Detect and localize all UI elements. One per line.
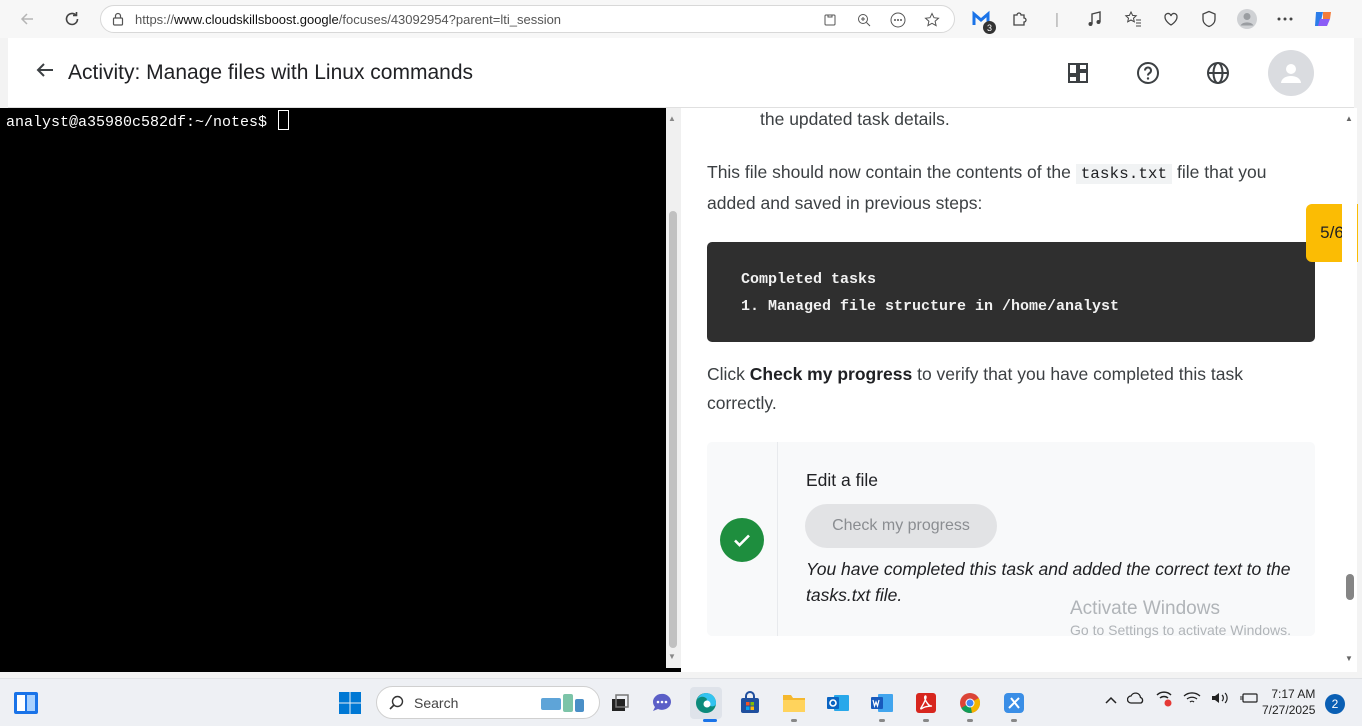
help-icon[interactable] xyxy=(1128,53,1168,93)
browser-essentials-icon[interactable] xyxy=(1158,6,1184,32)
extension-badge: 3 xyxy=(983,21,996,34)
watermark-title: Activate Windows xyxy=(1070,598,1220,619)
p1-text-before: This file should now contain the content… xyxy=(707,162,1076,182)
instructions-scroll-thumb[interactable] xyxy=(1346,574,1354,600)
code-block: Completed tasks 1. Managed file structur… xyxy=(707,242,1315,342)
lab-header: Activity: Manage files with Linux comman… xyxy=(8,38,1354,108)
word-icon[interactable] xyxy=(866,687,898,719)
terminal-scrollbar[interactable]: ▲ ▼ xyxy=(666,108,681,668)
task-title: Edit a file xyxy=(806,470,878,490)
search-icon xyxy=(389,695,404,710)
favorites-icon[interactable] xyxy=(1120,6,1146,32)
task-view-icon[interactable] xyxy=(604,687,636,719)
extensions-puzzle-icon[interactable] xyxy=(1006,6,1032,32)
taskbar-clock[interactable]: 7:17 AM 7/27/2025 xyxy=(1262,686,1315,718)
scroll-up-arrow-icon[interactable]: ▲ xyxy=(1345,114,1353,123)
clock-date: 7/27/2025 xyxy=(1262,703,1316,717)
copilot-icon[interactable] xyxy=(1310,6,1336,32)
instructions-scrollbar[interactable]: ▲ ▼ xyxy=(1342,108,1357,672)
store-icon[interactable] xyxy=(734,687,766,719)
scroll-down-arrow-icon[interactable]: ▼ xyxy=(668,652,676,661)
browser-toolbar: https://www.cloudskillsboost.google/focu… xyxy=(0,0,1362,38)
check-my-progress-button[interactable]: Check my progress xyxy=(805,504,997,548)
lock-icon[interactable] xyxy=(101,12,135,26)
instructions-fragment: the updated task details. xyxy=(760,109,950,129)
back-arrow-icon[interactable] xyxy=(22,59,68,87)
activate-windows-watermark: Activate Windows Go to Settings to activ… xyxy=(1070,598,1291,638)
profile-avatar-icon[interactable] xyxy=(1234,6,1260,32)
read-aloud-icon[interactable] xyxy=(1082,6,1108,32)
instructions-paragraph: This file should now contain the content… xyxy=(707,158,1317,218)
p2-bold-text: Check my progress xyxy=(749,364,913,384)
system-tray xyxy=(1104,689,1259,710)
acrobat-icon[interactable] xyxy=(910,687,942,719)
page-title: Activity: Manage files with Linux comman… xyxy=(68,60,473,84)
instructions-paragraph: Click Check my progress to verify that y… xyxy=(707,360,1287,418)
url-host: www.cloudskillsboost.google xyxy=(174,11,339,27)
chevron-up-icon[interactable] xyxy=(1104,692,1118,708)
favorite-star-icon[interactable] xyxy=(922,10,942,30)
notification-count-badge[interactable]: 2 xyxy=(1325,694,1345,714)
snipping-tool-icon[interactable] xyxy=(998,687,1030,719)
inline-code: tasks.txt xyxy=(1075,164,1173,184)
dashboard-icon[interactable] xyxy=(1058,53,1098,93)
chat-app-icon[interactable] xyxy=(646,687,678,719)
refresh-icon[interactable] xyxy=(57,4,87,34)
terminal-prompt: analyst@a35980c582df:~/notes$ xyxy=(6,114,268,131)
back-arrow-icon[interactable] xyxy=(12,4,42,34)
reading-view-icon[interactable] xyxy=(820,10,840,30)
windows-taskbar: Search 7:17 AM 7/27/2025 2 xyxy=(0,678,1362,726)
p2-text-before: Click xyxy=(707,364,750,384)
battery-icon[interactable] xyxy=(1239,691,1259,708)
clock-time: 7:17 AM xyxy=(1271,687,1316,701)
user-avatar[interactable] xyxy=(1268,50,1314,96)
travel-bags-icon[interactable] xyxy=(539,690,587,719)
file-explorer-icon[interactable] xyxy=(778,687,810,719)
url-path: /focuses/43092954?parent=lti_session xyxy=(338,11,562,27)
address-bar[interactable]: https://www.cloudskillsboost.google/focu… xyxy=(100,5,955,33)
start-windows-icon[interactable] xyxy=(334,687,366,719)
volume-icon[interactable] xyxy=(1210,691,1230,708)
url-text: https://www.cloudskillsboost.google/focu… xyxy=(135,12,561,27)
language-globe-icon[interactable] xyxy=(1198,53,1238,93)
chrome-icon[interactable] xyxy=(954,687,986,719)
check-circle-icon xyxy=(720,518,764,562)
terminal-scroll-thumb[interactable] xyxy=(669,211,677,648)
code-line: Completed tasks xyxy=(741,271,877,288)
code-line: 1. Managed file structure in /home/analy… xyxy=(741,298,1120,315)
network-alert-icon[interactable] xyxy=(1154,689,1174,710)
instructions-panel: the updated task details. This file shou… xyxy=(681,108,1342,672)
shield-icon[interactable] xyxy=(1196,6,1222,32)
taskbar-search-input[interactable]: Search xyxy=(376,686,600,719)
edge-browser-icon[interactable] xyxy=(690,687,722,719)
extension-m-icon[interactable]: 3 xyxy=(968,6,996,34)
url-prefix: https:// xyxy=(135,11,175,27)
scroll-down-arrow-icon[interactable]: ▼ xyxy=(1345,654,1353,663)
settings-more-icon[interactable] xyxy=(1272,6,1298,32)
scroll-up-arrow-icon[interactable]: ▲ xyxy=(668,114,676,123)
terminal-cursor xyxy=(278,110,290,130)
terminal-prompt-line: analyst@a35980c582df:~/notes$ xyxy=(6,110,675,131)
search-placeholder: Search xyxy=(414,694,459,711)
onedrive-cloud-icon[interactable] xyxy=(1126,691,1145,708)
terminal-panel[interactable]: analyst@a35980c582df:~/notes$ xyxy=(0,108,681,672)
widgets-icon[interactable] xyxy=(10,687,42,719)
more-options-circle-icon[interactable] xyxy=(888,10,908,30)
zoom-icon[interactable] xyxy=(854,10,874,30)
watermark-subtitle: Go to Settings to activate Windows. xyxy=(1070,622,1291,638)
wifi-icon[interactable] xyxy=(1183,691,1201,708)
outlook-icon[interactable] xyxy=(822,687,854,719)
